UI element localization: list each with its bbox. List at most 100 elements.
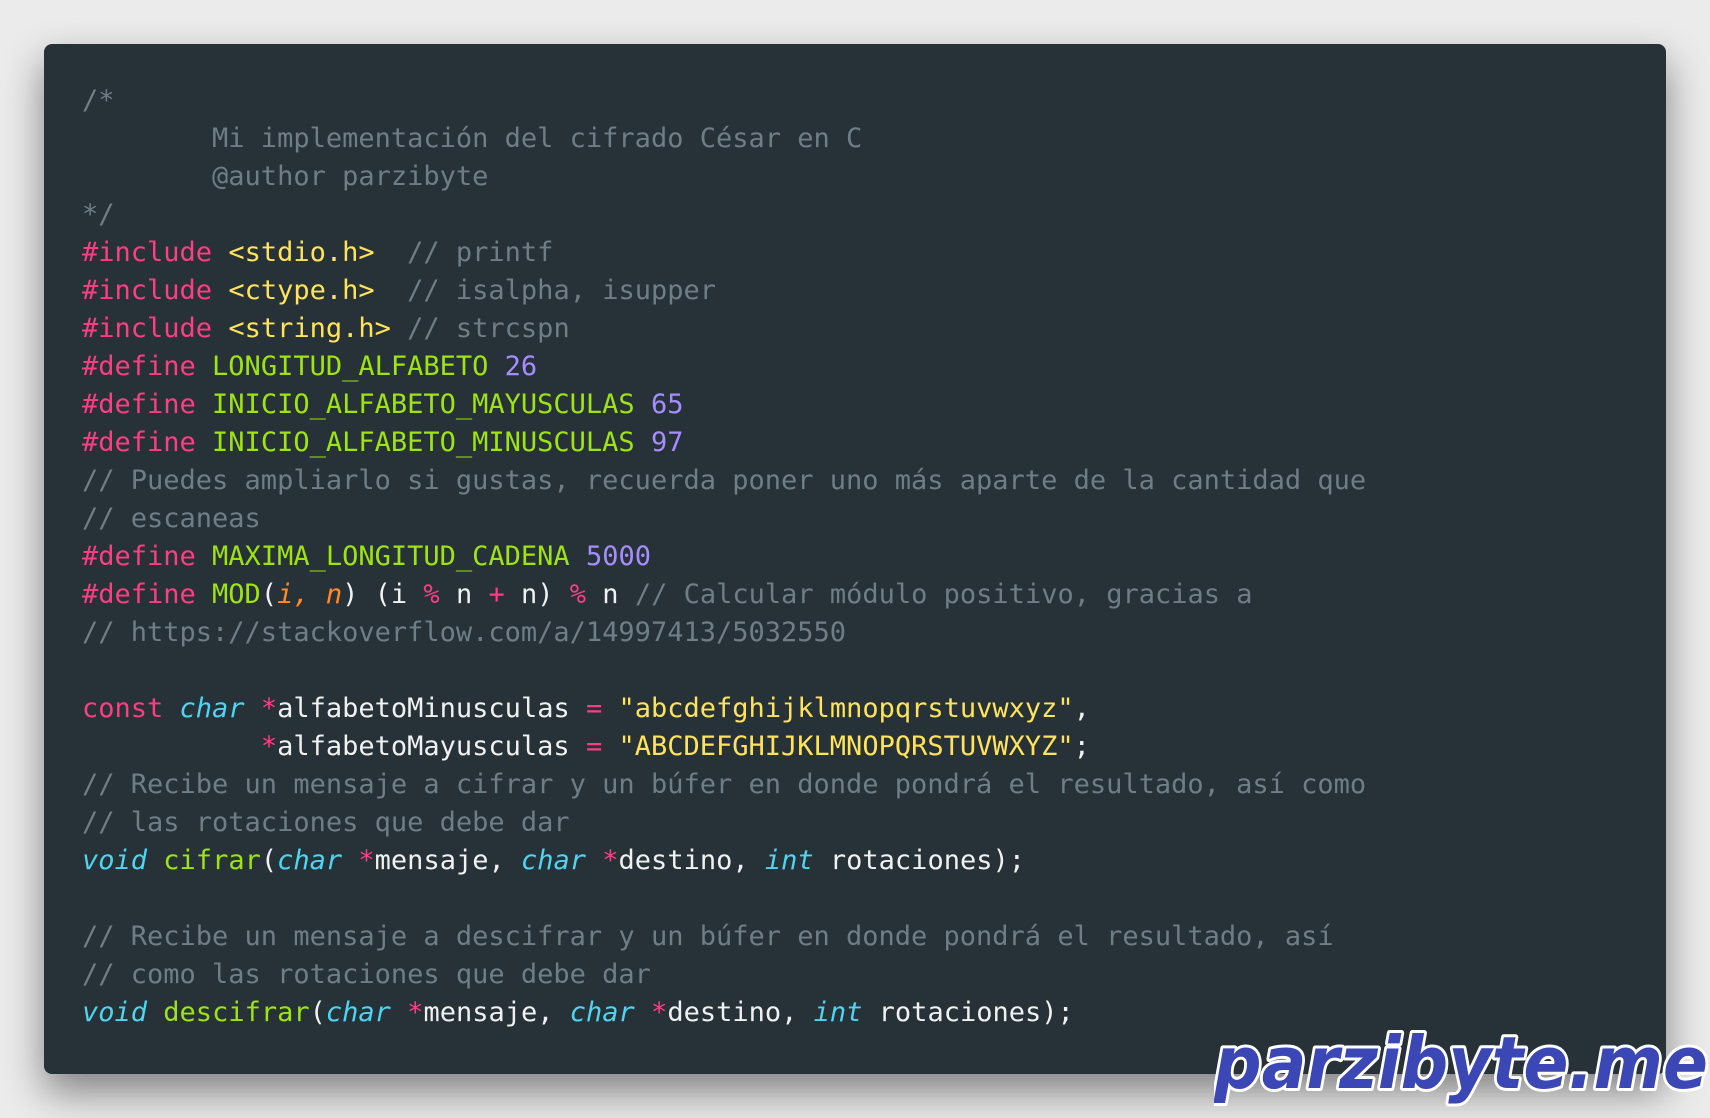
code-line: void cifrar(char *mensaje, char *destino… xyxy=(82,842,1366,880)
code-token-comment: // como las rotaciones que debe dar xyxy=(82,959,651,990)
code-token-plain: , xyxy=(1073,693,1090,724)
code-editor: /* Mi implementación del cifrado César e… xyxy=(44,44,1666,1074)
code-token-header: <string.h> xyxy=(228,313,391,344)
code-token-string: "ABCDEFGHIJKLMNOPQRSTUVWXYZ" xyxy=(618,731,1074,762)
code-token-func: descifrar xyxy=(163,997,310,1028)
code-line: #define INICIO_ALFABETO_MAYUSCULAS 65 xyxy=(82,386,1366,424)
code-token-ident: rotaciones xyxy=(878,997,1042,1028)
code-line: // Recibe un mensaje a cifrar y un búfer… xyxy=(82,766,1366,804)
code-token-preproc: #define xyxy=(82,351,213,382)
code-token-type: char xyxy=(179,693,245,724)
watermark-text: parzibyte.me xyxy=(1214,1021,1708,1105)
code-line: Mi implementación del cifrado César en C xyxy=(82,120,1366,158)
code-token-plain: , xyxy=(732,845,765,876)
code-line: const char *alfabetoMinusculas = "abcdef… xyxy=(82,690,1366,728)
code-token-macro: MAXIMA_LONGITUD_CADENA xyxy=(212,541,570,572)
code-token-ident: destino xyxy=(667,997,782,1028)
code-line: // https://stackoverflow.com/a/14997413/… xyxy=(82,614,1366,652)
code-token-number: 26 xyxy=(504,351,538,382)
code-line: #define LONGITUD_ALFABETO 26 xyxy=(82,348,1366,386)
code-token-type: int xyxy=(764,845,814,876)
code-token-ident: mensaje xyxy=(423,997,538,1028)
code-token-type: void xyxy=(82,997,148,1028)
code-token-header: <ctype.h> xyxy=(228,275,375,306)
watermark-logo-svg: parzibyte.me xyxy=(1214,1018,1710,1108)
code-line: #include <ctype.h> // isalpha, isupper xyxy=(82,272,1366,310)
code-token-paren: ) xyxy=(342,579,359,610)
code-line: // escaneas xyxy=(82,500,1366,538)
code-token-keyword: const xyxy=(82,693,164,724)
code-token-op: * xyxy=(260,731,278,762)
code-token-preproc: #define xyxy=(82,427,213,458)
code-token-plain: ); xyxy=(1041,997,1074,1028)
code-token-number: 65 xyxy=(650,389,684,420)
code-token-macro: MOD xyxy=(212,579,261,610)
code-line: */ xyxy=(82,196,1366,234)
code-token-plain: ); xyxy=(992,845,1025,876)
code-token-type: void xyxy=(82,845,148,876)
code-token-op: * xyxy=(260,693,278,724)
code-token-comment: // Puedes ampliarlo si gustas, recuerda … xyxy=(82,465,1367,496)
code-token-preproc: #define xyxy=(82,541,213,572)
code-token-paren: ( xyxy=(309,997,326,1028)
code-token-ident: destino xyxy=(618,845,733,876)
code-token-comment: // Calcular módulo positivo, gracias a xyxy=(634,579,1253,610)
code-token-op: * xyxy=(651,997,668,1028)
code-line: // Puedes ampliarlo si gustas, recuerda … xyxy=(82,462,1366,500)
code-token-number: 5000 xyxy=(585,541,651,572)
code-token-comment: // isalpha, isupper xyxy=(407,275,716,306)
code-view: /* Mi implementación del cifrado César e… xyxy=(82,82,1366,1032)
code-token-plain: ; xyxy=(1073,731,1090,762)
code-token-op: = xyxy=(585,731,603,762)
code-token-preproc: #define xyxy=(82,579,213,610)
code-token-op: * xyxy=(602,845,619,876)
code-token-plain: (i xyxy=(358,579,424,610)
code-token-op: = xyxy=(585,693,603,724)
code-line: *alfabetoMayusculas = "ABCDEFGHIJKLMNOPQ… xyxy=(82,728,1366,766)
code-token-op: % xyxy=(423,579,440,610)
code-token-plain: n xyxy=(439,579,489,610)
code-line: // como las rotaciones que debe dar xyxy=(82,956,1366,994)
code-token-type: char xyxy=(277,845,343,876)
code-token-param: i, n xyxy=(277,579,343,610)
code-token-comment: // las rotaciones que debe dar xyxy=(82,807,570,838)
code-line: #include <stdio.h> // printf xyxy=(82,234,1366,272)
code-token-comment: /* xyxy=(82,85,115,116)
code-token-string: "abcdefghijklmnopqrstuvwxyz" xyxy=(618,693,1074,724)
code-token-number: 97 xyxy=(650,427,684,458)
code-token-paren: ( xyxy=(260,845,278,876)
code-token-op: * xyxy=(407,997,424,1028)
code-line: #define INICIO_ALFABETO_MINUSCULAS 97 xyxy=(82,424,1366,462)
code-token-comment: // printf xyxy=(407,237,554,268)
code-token-type: char xyxy=(569,997,635,1028)
code-token-preproc: #include xyxy=(82,237,229,268)
code-token-comment: Mi implementación del cifrado César en C xyxy=(82,123,863,154)
code-token-macro: LONGITUD_ALFABETO xyxy=(212,351,489,382)
code-token-ident: mensaje xyxy=(374,845,489,876)
code-token-comment: // escaneas xyxy=(82,503,261,534)
code-token-preproc: #include xyxy=(82,275,229,306)
code-line: // las rotaciones que debe dar xyxy=(82,804,1366,842)
code-token-comment: // Recibe un mensaje a descifrar y un bú… xyxy=(82,921,1334,952)
code-line: @author parzibyte xyxy=(82,158,1366,196)
code-token-paren: ( xyxy=(260,579,278,610)
code-token-comment: // strcspn xyxy=(407,313,570,344)
code-token-type: int xyxy=(813,997,863,1028)
